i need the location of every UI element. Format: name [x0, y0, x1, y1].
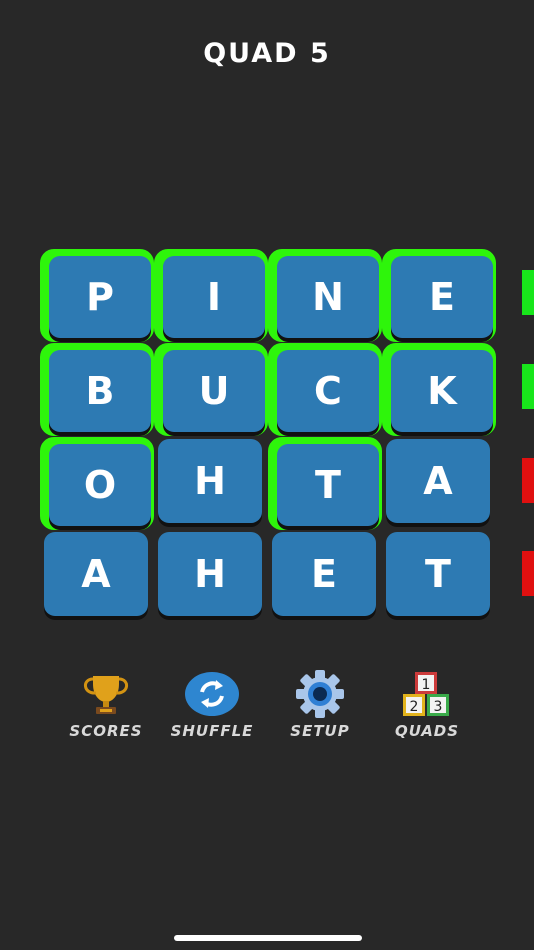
letter-tile-cell[interactable]: P — [40, 249, 154, 342]
row-status-indicator — [522, 364, 534, 409]
letter-tile[interactable]: N — [277, 256, 379, 338]
letter-tile[interactable]: O — [49, 444, 151, 526]
letter-tile-cell[interactable]: B — [40, 343, 154, 436]
row-status-indicator — [522, 270, 534, 315]
number-blocks-icon: 1 2 3 — [397, 670, 457, 718]
letter-tile[interactable]: A — [386, 439, 490, 523]
quads-label: QUADS — [394, 722, 460, 740]
letter-tile-cell[interactable]: E — [268, 530, 382, 623]
letter-tile[interactable]: B — [49, 350, 151, 432]
letter-tile-cell[interactable]: U — [154, 343, 268, 436]
letter-tile[interactable]: T — [277, 444, 379, 526]
letter-tile-cell[interactable]: H — [154, 437, 268, 530]
game-title: QUAD 5 — [203, 38, 331, 69]
row-status-indicator — [522, 551, 534, 596]
letter-tile-cell[interactable]: A — [40, 530, 154, 623]
letter-tile-cell[interactable]: I — [154, 249, 268, 342]
letter-tile[interactable]: A — [44, 532, 148, 616]
shuffle-label: SHUFFLE — [170, 722, 254, 740]
letter-tile-cell[interactable]: T — [268, 437, 382, 530]
letter-grid: PINEBUCKOHTAAHET — [40, 249, 496, 624]
setup-label: SETUP — [290, 722, 350, 740]
block-number-3: 3 — [434, 699, 443, 715]
letter-tile-cell[interactable]: N — [268, 249, 382, 342]
letter-tile-cell[interactable]: C — [268, 343, 382, 436]
quads-button[interactable]: 1 2 3 QUADS — [377, 670, 477, 740]
letter-tile[interactable]: K — [391, 350, 493, 432]
scores-label: SCORES — [69, 722, 143, 740]
trophy-icon — [76, 670, 136, 718]
letter-tile-cell[interactable]: E — [382, 249, 496, 342]
letter-tile-cell[interactable]: T — [382, 530, 496, 623]
letter-tile[interactable]: I — [163, 256, 265, 338]
letter-tile-cell[interactable]: K — [382, 343, 496, 436]
gear-icon — [290, 670, 350, 718]
block-number-1: 1 — [422, 677, 431, 693]
shuffle-icon — [182, 670, 242, 718]
letter-tile[interactable]: C — [277, 350, 379, 432]
scores-button[interactable]: SCORES — [56, 670, 156, 740]
letter-tile[interactable]: E — [391, 256, 493, 338]
letter-tile[interactable]: T — [386, 532, 490, 616]
toolbar: SCORES SHUFFLE SETUP 1 2 3 QUADS — [0, 670, 534, 750]
letter-tile[interactable]: H — [158, 439, 262, 523]
row-status-indicator — [522, 458, 534, 503]
block-number-2: 2 — [410, 699, 419, 715]
letter-tile[interactable]: H — [158, 532, 262, 616]
letter-tile[interactable]: E — [272, 532, 376, 616]
letter-tile-cell[interactable]: A — [382, 437, 496, 530]
letter-tile-cell[interactable]: H — [154, 530, 268, 623]
setup-button[interactable]: SETUP — [270, 670, 370, 740]
shuffle-button[interactable]: SHUFFLE — [162, 670, 262, 740]
letter-tile-cell[interactable]: O — [40, 437, 154, 530]
letter-tile[interactable]: U — [163, 350, 265, 432]
home-indicator[interactable] — [174, 935, 362, 941]
letter-tile[interactable]: P — [49, 256, 151, 338]
